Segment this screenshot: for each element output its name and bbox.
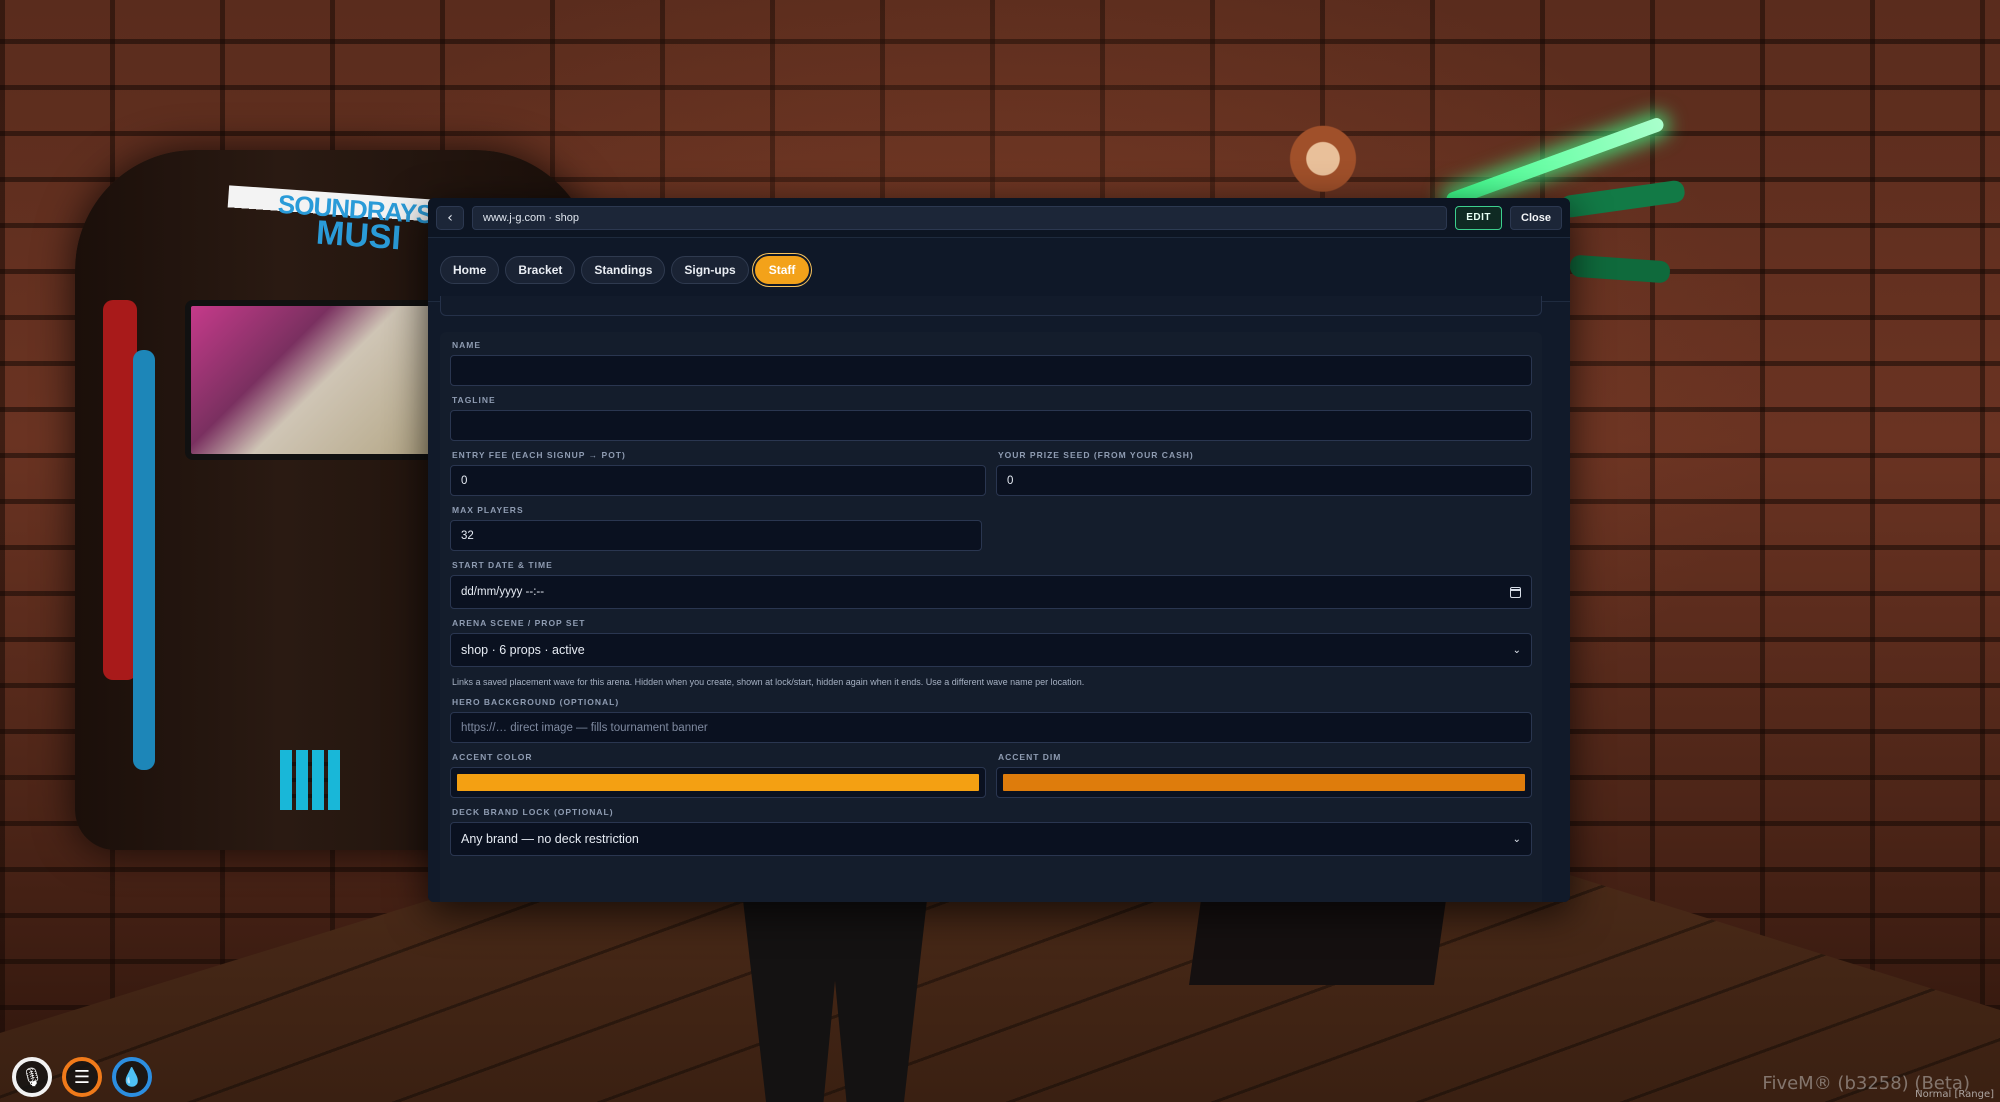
jukebox-stripe-red <box>103 300 137 680</box>
accent-color-group: ACCENT COLOR <box>450 752 986 798</box>
accent-dim-swatch <box>1003 774 1525 791</box>
tagline-label: TAGLINE <box>452 395 496 405</box>
max-players-label: MAX PLAYERS <box>452 505 524 515</box>
arena-field-group: ARENA SCENE / PROP SET shop · 6 props · … <box>450 618 1532 667</box>
deck-lock-value: Any brand — no deck restriction <box>461 832 639 846</box>
tagline-field-group: TAGLINE <box>450 395 1532 441</box>
prize-seed-group: YOUR PRIZE SEED (FROM YOUR CASH) 0 <box>996 450 1532 496</box>
close-button[interactable]: Close <box>1510 205 1562 230</box>
tab-home[interactable]: Home <box>440 255 500 284</box>
site-nav: Home Bracket Standings Sign-ups Staff <box>428 238 1570 302</box>
start-datetime-input[interactable]: dd/mm/yyyy --:-- <box>450 575 1532 609</box>
tournament-form: NAME TAGLINE ENTRY FEE (EACH SIGNUP → PO… <box>440 332 1542 902</box>
chevron-down-icon: ⌄ <box>1512 833 1521 845</box>
prize-seed-input[interactable]: 0 <box>996 465 1532 496</box>
deck-lock-label: DECK BRAND LOCK (OPTIONAL) <box>452 807 614 817</box>
monkey-decoration <box>1288 125 1358 200</box>
calendar-icon[interactable] <box>1510 586 1521 598</box>
tagline-input[interactable] <box>450 410 1532 441</box>
name-label: NAME <box>452 340 482 350</box>
arena-select-value: shop · 6 props · active <box>461 643 585 657</box>
name-input[interactable] <box>450 355 1532 386</box>
accent-color-label: ACCENT COLOR <box>452 752 533 762</box>
prize-seed-label: YOUR PRIZE SEED (FROM YOUR CASH) <box>998 450 1194 460</box>
tab-signups[interactable]: Sign-ups <box>671 255 749 284</box>
arena-hint: Links a saved placement wave for this ar… <box>452 677 1085 687</box>
microphone-icon: 🎙 <box>12 1057 52 1097</box>
url-field[interactable]: www.j-g.com · shop <box>472 205 1448 230</box>
name-field-group: NAME <box>450 340 1532 386</box>
players-row: MAX PLAYERS 32 <box>450 505 1532 551</box>
burger-icon: ☰ <box>62 1057 102 1097</box>
tab-staff[interactable]: Staff <box>754 255 810 284</box>
water-drop-icon: 💧 <box>112 1057 152 1097</box>
hero-label: HERO BACKGROUND (OPTIONAL) <box>452 697 620 707</box>
back-button[interactable]: ‹ <box>436 205 464 230</box>
voice-range-label: Normal [Range] <box>1915 1089 1994 1100</box>
sign-line2: MUSI <box>314 213 403 258</box>
accent-color-swatch <box>457 774 979 791</box>
fee-row: ENTRY FEE (EACH SIGNUP → POT) 0 YOUR PRI… <box>450 450 1532 496</box>
start-datetime-value: dd/mm/yyyy --:-- <box>461 586 545 598</box>
player-hud: 🎙 ☰ 💧 <box>12 1057 152 1097</box>
entry-fee-label: ENTRY FEE (EACH SIGNUP → POT) <box>452 450 626 460</box>
accent-color-picker[interactable] <box>450 767 986 798</box>
hero-input[interactable]: https://… direct image — fills tournamen… <box>450 712 1532 743</box>
browser-window: ‹ www.j-g.com · shop EDIT Close Home Bra… <box>428 198 1570 902</box>
page-content: NAME TAGLINE ENTRY FEE (EACH SIGNUP → PO… <box>428 296 1570 902</box>
hero-placeholder: https://… direct image — fills tournamen… <box>461 721 708 734</box>
jukebox-stripe-blue <box>133 350 155 770</box>
accent-dim-group: ACCENT DIM <box>996 752 1532 798</box>
accent-dim-picker[interactable] <box>996 767 1532 798</box>
deck-lock-group: DECK BRAND LOCK (OPTIONAL) Any brand — n… <box>450 807 1532 856</box>
tab-standings[interactable]: Standings <box>581 255 666 284</box>
deck-lock-select[interactable]: Any brand — no deck restriction ⌄ <box>450 822 1532 856</box>
hero-field-group: HERO BACKGROUND (OPTIONAL) https://… dir… <box>450 697 1532 743</box>
max-players-group: MAX PLAYERS 32 <box>450 505 982 551</box>
accent-row: ACCENT COLOR ACCENT DIM <box>450 752 1532 798</box>
arena-select[interactable]: shop · 6 props · active ⌄ <box>450 633 1532 667</box>
entry-fee-input[interactable]: 0 <box>450 465 986 496</box>
max-players-input[interactable]: 32 <box>450 520 982 551</box>
edit-button[interactable]: EDIT <box>1455 205 1503 230</box>
accent-dim-label: ACCENT DIM <box>998 752 1062 762</box>
tab-bracket[interactable]: Bracket <box>505 255 576 284</box>
jukebox-keypad <box>280 750 340 810</box>
entry-fee-group: ENTRY FEE (EACH SIGNUP → POT) 0 <box>450 450 986 496</box>
arena-label: ARENA SCENE / PROP SET <box>452 618 586 628</box>
start-field-group: START DATE & TIME dd/mm/yyyy --:-- <box>450 560 1532 609</box>
start-label: START DATE & TIME <box>452 560 553 570</box>
url-bar: ‹ www.j-g.com · shop EDIT Close <box>428 198 1570 238</box>
chevron-down-icon: ⌄ <box>1512 644 1521 656</box>
floor-door <box>1189 900 1446 985</box>
previous-card-edge <box>440 296 1542 316</box>
